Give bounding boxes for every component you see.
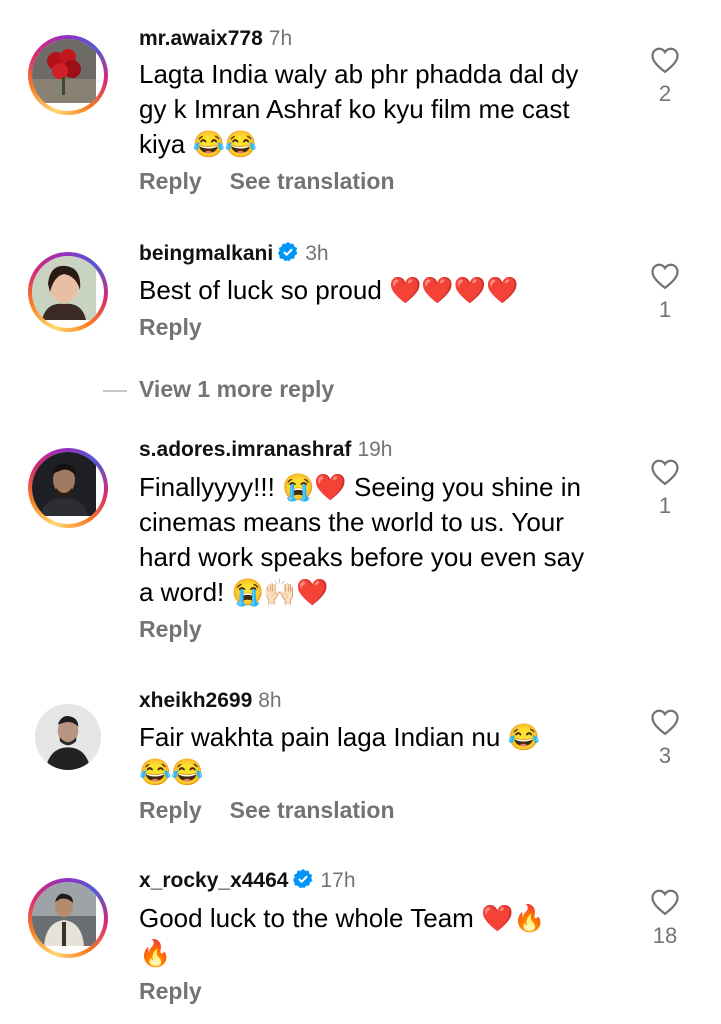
comment-time: 3h <box>305 242 329 265</box>
comment-text: Good luck to the whole Team ❤️🔥 🔥 <box>139 903 546 968</box>
reply-button[interactable]: Reply <box>139 616 202 642</box>
like-count: 18 <box>652 923 678 948</box>
username[interactable]: mr.awaix778 <box>139 27 263 50</box>
heart-icon[interactable] <box>650 708 680 736</box>
like-button[interactable]: 18 <box>645 888 685 949</box>
comment-text: Finallyyyy!!! 😭❤️ Seeing you shine in ci… <box>139 472 585 607</box>
reply-button[interactable]: Reply <box>139 797 202 823</box>
like-button[interactable]: 2 <box>645 46 685 107</box>
like-count: 2 <box>658 81 672 106</box>
username[interactable]: s.adores.imranashraf <box>139 438 351 461</box>
avatar-image <box>32 882 104 954</box>
divider <box>103 389 127 392</box>
comment-text: Fair wakhta pain laga Indian nu 😂 😂😂 <box>139 722 540 787</box>
avatar-image <box>32 452 104 524</box>
reply-button[interactable]: Reply <box>139 168 202 194</box>
like-button[interactable]: 1 <box>645 262 685 323</box>
comment-text: Best of luck so proud ❤️❤️❤️❤️ <box>139 275 519 305</box>
see-translation-button[interactable]: See translation <box>230 168 395 194</box>
username[interactable]: x_rocky_x4464 <box>139 869 288 892</box>
like-button[interactable]: 3 <box>645 708 685 769</box>
heart-icon[interactable] <box>650 262 680 290</box>
reply-button[interactable]: Reply <box>139 978 202 1004</box>
avatar-image <box>32 256 104 328</box>
reply-button[interactable]: Reply <box>139 314 202 340</box>
username[interactable]: beingmalkani <box>139 242 273 265</box>
comment-time: 7h <box>268 27 293 50</box>
like-count: 1 <box>658 493 672 518</box>
avatar[interactable] <box>28 448 108 528</box>
avatar-image <box>32 39 104 111</box>
avatar[interactable] <box>28 878 108 958</box>
like-count: 1 <box>658 297 672 322</box>
comment-time: 17h <box>320 869 356 892</box>
heart-icon[interactable] <box>650 46 680 74</box>
heart-icon[interactable] <box>650 458 680 486</box>
verified-badge-icon <box>293 868 314 889</box>
view-more-replies-button[interactable]: View 1 more reply <box>103 376 334 403</box>
like-button[interactable]: 1 <box>645 458 685 519</box>
avatar-image <box>35 704 101 770</box>
view-more-replies-label[interactable]: View 1 more reply <box>139 376 334 402</box>
heart-icon[interactable] <box>650 888 680 916</box>
avatar[interactable] <box>28 252 108 332</box>
comment-time: 19h <box>357 438 393 461</box>
verified-badge-icon <box>278 241 298 262</box>
see-translation-button[interactable]: See translation <box>230 797 395 823</box>
comment-text: Lagta India waly ab phr phadda dal dy gy… <box>139 59 579 159</box>
avatar[interactable] <box>35 704 101 770</box>
like-count: 3 <box>658 743 672 768</box>
avatar[interactable] <box>28 35 108 115</box>
comment-time: 8h <box>258 689 282 712</box>
username[interactable]: xheikh2699 <box>139 689 252 712</box>
